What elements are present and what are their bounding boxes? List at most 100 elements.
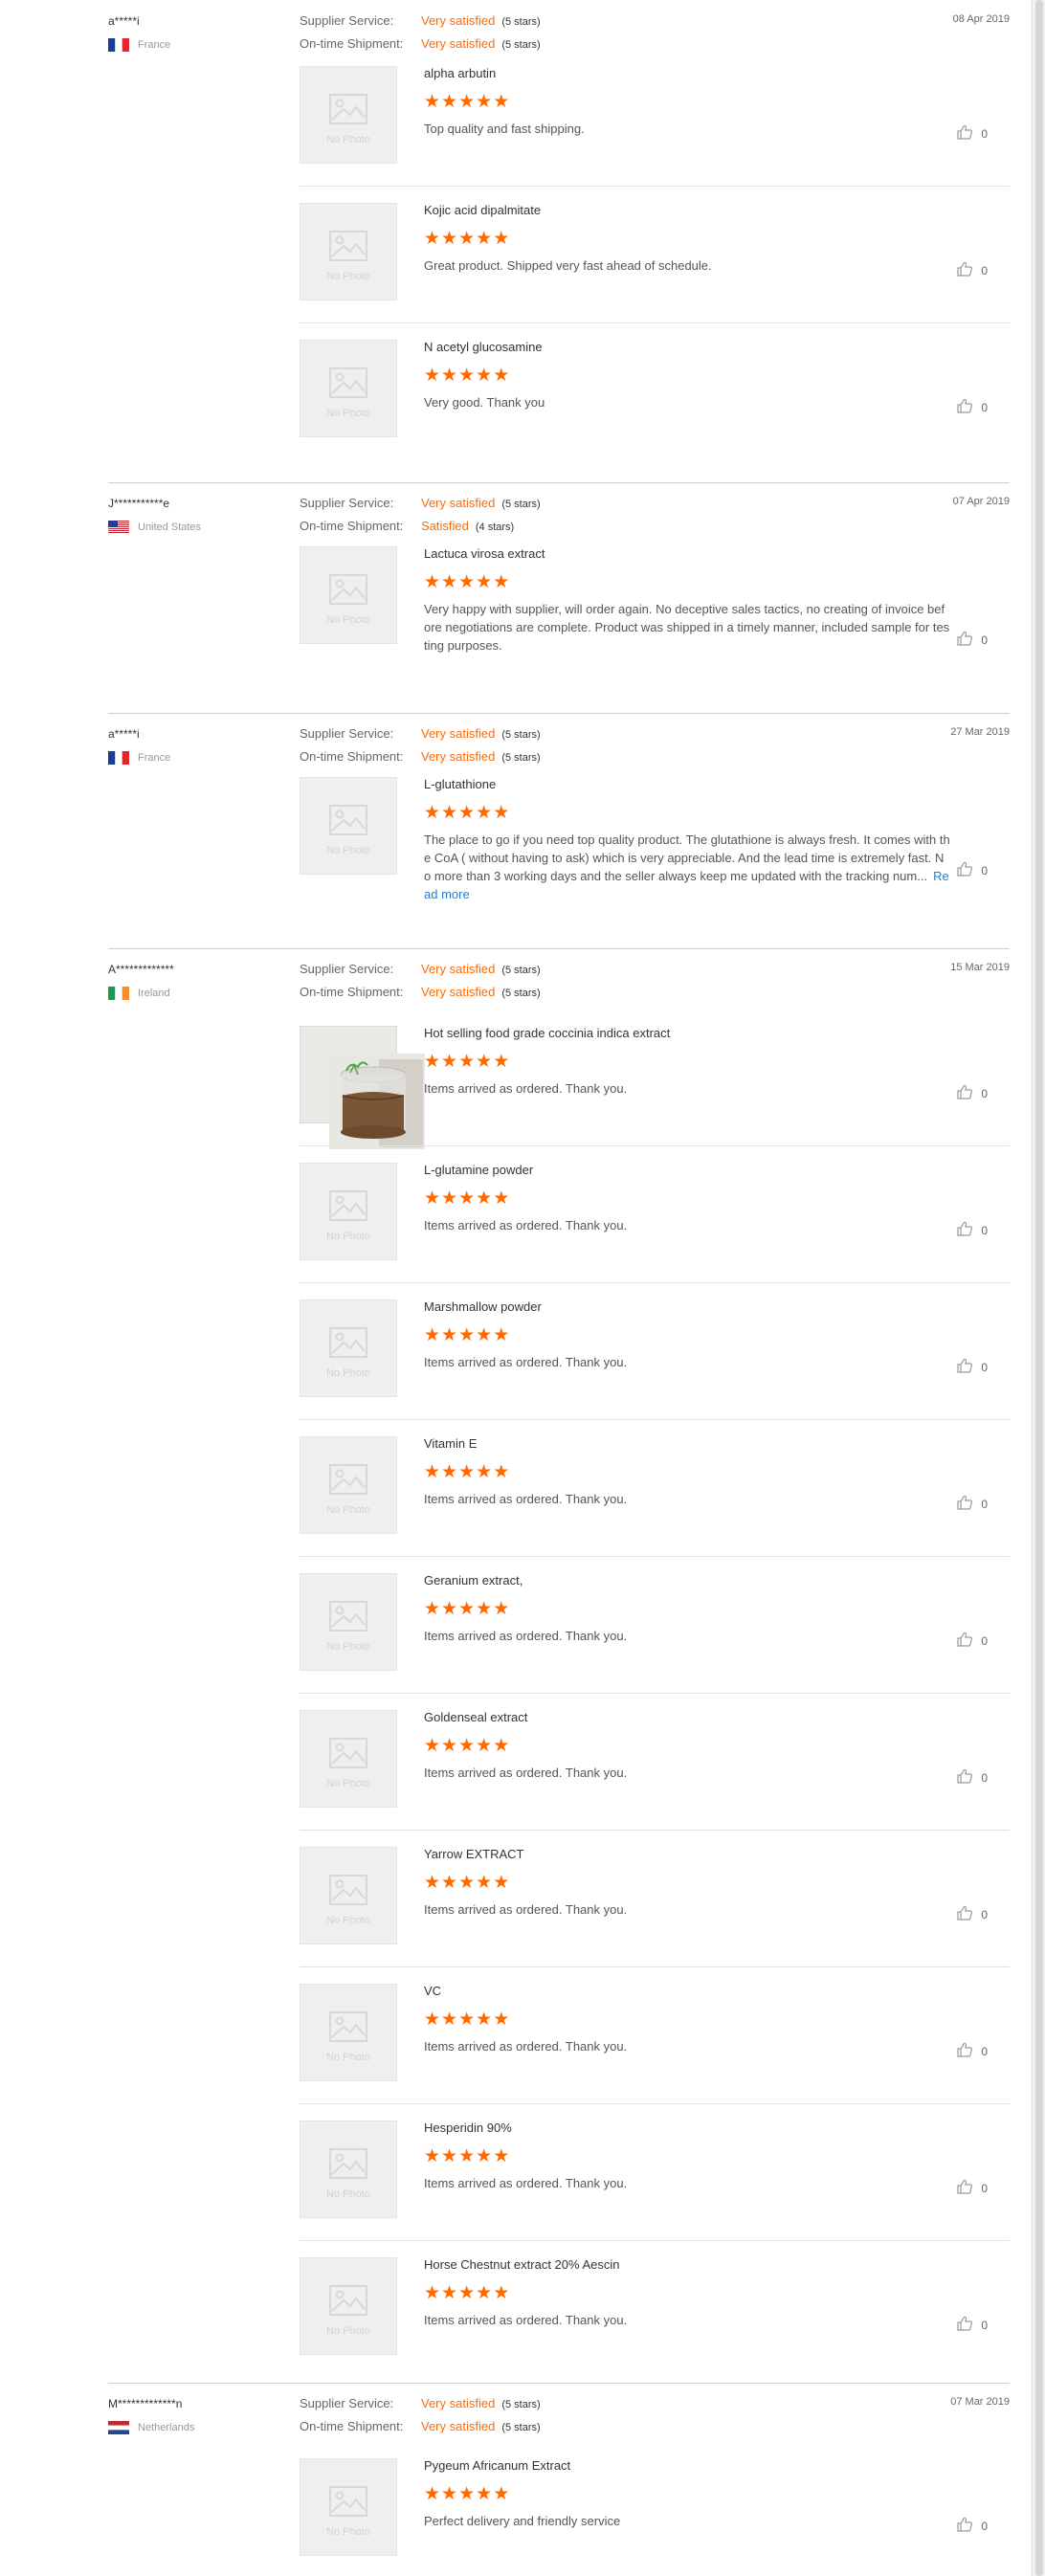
- like-count: 0: [981, 2519, 988, 2533]
- product-title[interactable]: L-glutathione: [424, 777, 496, 791]
- like-button[interactable]: 0: [956, 1221, 988, 1239]
- product-photo[interactable]: No Photo: [300, 1984, 397, 2081]
- like-button[interactable]: 0: [956, 2042, 988, 2060]
- ontime-shipment-stars: (5 stars): [501, 988, 541, 999]
- ontime-shipment-rating: On-time Shipment: Very satisfied (5 stars): [300, 749, 541, 764]
- review-text-body: Items arrived as ordered. Thank you.: [424, 2039, 628, 2054]
- product-title[interactable]: Goldenseal extract: [424, 1710, 527, 1724]
- like-count: 0: [981, 863, 988, 877]
- like-button[interactable]: 0: [956, 124, 988, 143]
- ontime-shipment-stars: (5 stars): [501, 2422, 541, 2433]
- product-photo[interactable]: No Photo: [300, 546, 397, 644]
- review-item: No Photo VC ★ ★ ★ ★ ★ Items arrived as ordered.…: [300, 1984, 1010, 2083]
- star-icon: ★: [493, 2283, 510, 2303]
- product-photo[interactable]: No Photo: [300, 2257, 397, 2355]
- like-button[interactable]: 0: [956, 261, 988, 279]
- scrollbar-thumb[interactable]: [1035, 0, 1043, 2576]
- buyer-name: J***********e: [108, 497, 170, 510]
- thumbs-up-icon: [956, 631, 981, 649]
- star-icon: ★: [441, 1052, 458, 1072]
- product-photo[interactable]: No Photo: [300, 1163, 397, 1260]
- supplier-service-label: Supplier Service:: [300, 496, 394, 510]
- like-button[interactable]: 0: [956, 398, 988, 416]
- star-icon: ★: [458, 1873, 476, 1893]
- like-button[interactable]: 0: [956, 1084, 988, 1102]
- review-text-body: Items arrived as ordered. Thank you.: [424, 1218, 628, 1232]
- review-date: 27 Mar 2019: [950, 726, 1010, 738]
- like-button[interactable]: 0: [956, 1495, 988, 1513]
- product-title[interactable]: N acetyl glucosamine: [424, 340, 543, 354]
- supplier-service-label: Supplier Service:: [300, 2396, 394, 2410]
- supplier-service-value: Very satisfied: [421, 13, 496, 28]
- review-item: No Photo Marshmallow powder ★ ★ ★ ★ ★ Items arr…: [300, 1299, 1010, 1399]
- product-title[interactable]: Horse Chestnut extract 20% Aescin: [424, 2257, 620, 2272]
- star-rating: ★ ★ ★ ★ ★: [424, 1873, 510, 1893]
- star-icon: ★: [424, 803, 441, 823]
- product-photo[interactable]: No Photo: [300, 1847, 397, 1944]
- review-text: Items arrived as ordered. Thank you.: [424, 1627, 950, 1645]
- thumbs-up-icon: [956, 1221, 981, 1239]
- supplier-service-rating: Supplier Service: Very satisfied (5 stars): [300, 2396, 541, 2410]
- star-rating: ★ ★ ★ ★ ★: [424, 2147, 510, 2165]
- product-title[interactable]: Vitamin E: [424, 1436, 477, 1451]
- ontime-shipment-value: Satisfied: [421, 519, 469, 533]
- like-button[interactable]: 0: [956, 2517, 988, 2535]
- country-name: France: [138, 752, 171, 764]
- ontime-shipment-value: Very satisfied: [421, 749, 496, 764]
- star-rating: ★ ★ ★ ★ ★: [424, 1463, 510, 1481]
- country-name: France: [138, 39, 171, 51]
- product-title[interactable]: Geranium extract,: [424, 1573, 522, 1588]
- thumbs-up-icon: [956, 1495, 981, 1513]
- like-button[interactable]: 0: [956, 861, 988, 879]
- product-title[interactable]: Marshmallow powder: [424, 1299, 542, 1314]
- like-button[interactable]: 0: [956, 1905, 988, 1923]
- page-scrollbar[interactable]: [1032, 0, 1045, 2576]
- review-item: No Photo Kojic acid dipalmitate ★ ★ ★ ★ ★ Great…: [300, 203, 1010, 302]
- like-button[interactable]: 0: [956, 2179, 988, 2197]
- star-icon: ★: [458, 1325, 476, 1345]
- star-icon: ★: [441, 1736, 458, 1756]
- like-count: 0: [981, 1770, 988, 1785]
- product-photo[interactable]: No Photo: [300, 1573, 397, 1671]
- review-item: No Photo L-glutamine powder ★ ★ ★ ★ ★ Items arr…: [300, 1163, 1010, 1262]
- review-item: No Photo Geranium extract, ★ ★ ★ ★ ★ Items arri…: [300, 1573, 1010, 1673]
- product-photo[interactable]: [300, 1026, 425, 1149]
- like-button[interactable]: 0: [956, 1358, 988, 1376]
- product-title[interactable]: Pygeum Africanum Extract: [424, 2458, 570, 2473]
- ontime-shipment-rating: On-time Shipment: Very satisfied (5 stars): [300, 985, 541, 999]
- product-title[interactable]: VC: [424, 1984, 441, 1998]
- review-text: Items arrived as ordered. Thank you.: [424, 1764, 950, 1782]
- product-photo[interactable]: No Photo: [300, 340, 397, 437]
- supplier-service-stars: (5 stars): [501, 499, 541, 510]
- product-photo[interactable]: No Photo: [300, 777, 397, 875]
- like-button[interactable]: 0: [956, 1768, 988, 1787]
- like-button[interactable]: 0: [956, 1632, 988, 1650]
- review-text-body: Items arrived as ordered. Thank you.: [424, 2176, 628, 2190]
- no-photo-label: No Photo: [326, 1778, 370, 1789]
- product-photo[interactable]: No Photo: [300, 2458, 397, 2556]
- product-photo[interactable]: No Photo: [300, 1710, 397, 1808]
- item-divider: [300, 1145, 1010, 1146]
- supplier-service-value: Very satisfied: [421, 962, 496, 976]
- product-photo[interactable]: No Photo: [300, 2121, 397, 2218]
- supplier-service-stars: (5 stars): [501, 965, 541, 976]
- star-icon: ★: [424, 1325, 441, 1345]
- product-title[interactable]: Lactuca virosa extract: [424, 546, 545, 561]
- product-title[interactable]: Kojic acid dipalmitate: [424, 203, 541, 217]
- product-photo[interactable]: No Photo: [300, 1436, 397, 1534]
- star-rating: ★ ★ ★ ★ ★: [424, 1599, 510, 1619]
- like-button[interactable]: 0: [956, 631, 988, 649]
- product-photo[interactable]: No Photo: [300, 66, 397, 164]
- product-title[interactable]: alpha arbutin: [424, 66, 496, 80]
- product-title[interactable]: Hesperidin 90%: [424, 2121, 512, 2135]
- product-title[interactable]: Yarrow EXTRACT: [424, 1847, 524, 1861]
- review-text-body: Items arrived as ordered. Thank you.: [424, 2313, 628, 2327]
- product-photo[interactable]: No Photo: [300, 1299, 397, 1397]
- like-button[interactable]: 0: [956, 2316, 988, 2334]
- product-title[interactable]: Hot selling food grade coccinia indica e…: [424, 1026, 670, 1040]
- product-title[interactable]: L-glutamine powder: [424, 1163, 533, 1177]
- supplier-service-rating: Supplier Service: Very satisfied (5 stars): [300, 962, 541, 976]
- star-icon: ★: [424, 1599, 441, 1619]
- product-photo[interactable]: No Photo: [300, 203, 397, 300]
- country-name: Netherlands: [138, 2422, 195, 2433]
